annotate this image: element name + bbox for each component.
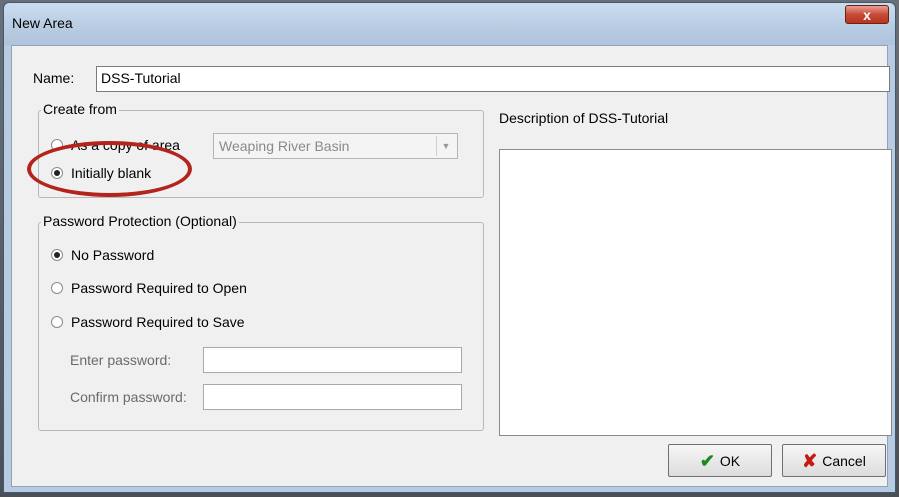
name-input[interactable]: DSS-Tutorial xyxy=(96,66,890,92)
chevron-down-icon: ▼ xyxy=(436,136,455,156)
close-button[interactable]: x xyxy=(845,5,889,24)
enter-password-label: Enter password: xyxy=(70,352,172,368)
highlight-annotation xyxy=(27,141,192,197)
checkmark-icon: ✔ xyxy=(699,450,715,471)
radio-password-open[interactable]: Password Required to Open xyxy=(51,280,247,296)
copy-area-value: Weaping River Basin xyxy=(219,138,350,154)
password-legend: Password Protection (Optional) xyxy=(41,213,239,229)
enter-password-field[interactable] xyxy=(203,347,462,373)
close-icon: x xyxy=(863,6,871,23)
radio-no-password-label: No Password xyxy=(71,247,155,263)
x-icon: ✘ xyxy=(802,450,818,471)
create-from-legend: Create from xyxy=(41,101,119,117)
ok-button[interactable]: ✔ OK xyxy=(668,444,772,477)
radio-password-open-indicator xyxy=(51,282,63,294)
copy-area-select[interactable]: Weaping River Basin ▼ xyxy=(213,133,458,159)
confirm-password-label: Confirm password: xyxy=(70,389,187,405)
ok-label: OK xyxy=(719,452,741,469)
title-bar: New Area x xyxy=(4,3,895,45)
window-title: New Area xyxy=(12,15,73,31)
radio-no-password-indicator xyxy=(51,249,63,261)
confirm-password-field[interactable] xyxy=(203,384,462,410)
name-label: Name: xyxy=(33,70,75,86)
cancel-button[interactable]: ✘ Cancel xyxy=(782,444,886,477)
radio-password-save-indicator xyxy=(51,316,63,328)
description-label: Description of DSS-Tutorial xyxy=(499,110,669,126)
dialog-body: Name: DSS-Tutorial Create from As a copy… xyxy=(11,45,892,487)
cancel-label: Cancel xyxy=(822,452,866,469)
radio-password-save[interactable]: Password Required to Save xyxy=(51,314,245,330)
new-area-dialog: New Area x Name: DSS-Tutorial Create fro… xyxy=(3,2,896,493)
radio-no-password[interactable]: No Password xyxy=(51,247,154,263)
radio-password-open-label: Password Required to Open xyxy=(71,280,247,296)
description-textarea[interactable] xyxy=(499,149,892,436)
radio-password-save-label: Password Required to Save xyxy=(71,314,245,330)
